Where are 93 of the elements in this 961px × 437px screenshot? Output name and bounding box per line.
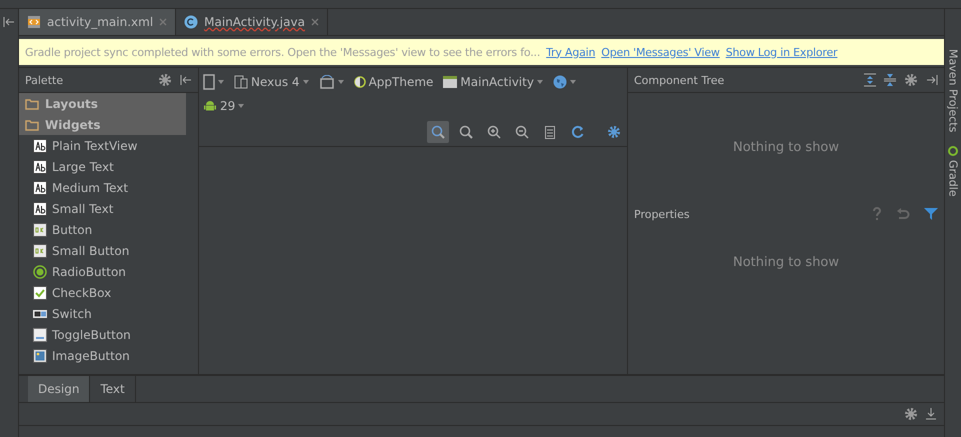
close-icon[interactable] (310, 18, 319, 26)
panel-title: Component Tree (634, 74, 724, 86)
item-label: Switch (52, 306, 92, 320)
caret-icon (536, 80, 543, 84)
item-label: Button (52, 222, 92, 236)
pin-right-icon[interactable] (926, 75, 938, 85)
android-icon (203, 99, 217, 113)
class-icon (184, 15, 198, 29)
settings-icon[interactable] (607, 125, 621, 139)
palette-item[interactable]: Small Text (19, 198, 198, 219)
editor-mode-tab[interactable]: Design (28, 376, 90, 402)
item-label: RadioButton (52, 264, 126, 278)
item-label: CheckBox (52, 286, 112, 300)
item-label: Medium Text (52, 180, 128, 194)
settings-icon[interactable] (904, 407, 918, 421)
empty-message: Nothing to show (732, 138, 840, 156)
document-icon (545, 126, 555, 138)
expand-all-icon[interactable] (864, 73, 876, 87)
palette-item[interactable]: Plain TextView (19, 135, 198, 156)
globe-icon (552, 75, 567, 89)
caret-icon (338, 80, 344, 84)
window-icon (443, 76, 458, 88)
palette-item[interactable]: CheckBox (19, 282, 198, 303)
api-level-selector[interactable]: 29 (203, 99, 244, 113)
zoom-in-icon (487, 125, 501, 139)
radio-icon (33, 264, 47, 278)
device-selector[interactable]: Nexus 4 (234, 75, 309, 89)
theme-selector[interactable]: AppTheme (354, 75, 434, 89)
device-menu[interactable] (203, 74, 224, 90)
item-label: Small Button (52, 244, 130, 258)
panel-title: Palette (25, 74, 64, 86)
item-label: ImageButton (52, 348, 130, 362)
palette-item[interactable]: ToggleButton (19, 324, 198, 345)
panel-title: Properties (634, 208, 690, 220)
palette-group[interactable]: Layouts (19, 93, 186, 114)
palette-item[interactable]: Large Text (19, 156, 198, 177)
palette-item[interactable]: Button (19, 219, 198, 240)
theme-icon (354, 76, 366, 88)
checkbox-icon (33, 286, 47, 300)
palette-item[interactable]: ImageButton (19, 345, 198, 366)
folder-icon (25, 98, 39, 110)
item-label: ToggleButton (52, 328, 131, 342)
settings-icon[interactable] (158, 73, 172, 87)
gradle-icon (948, 146, 958, 156)
item-label: Small Text (52, 202, 114, 216)
download-icon[interactable] (926, 408, 936, 420)
tool-window-button[interactable]: Maven Projects (946, 49, 960, 132)
caret-icon (570, 80, 576, 84)
phone-icon (203, 74, 215, 90)
folder-icon (25, 118, 39, 130)
banner-link[interactable]: Try Again (546, 46, 596, 58)
item-label: Plain TextView (52, 138, 138, 152)
activity-selector[interactable]: MainActivity (443, 75, 543, 89)
banner-message: Gradle project sync completed with some errors. Open the 'Messages' view to see the errors fo... (25, 46, 540, 58)
text-icon (33, 138, 47, 152)
toggle-button-icon (33, 328, 47, 342)
caret-icon (238, 104, 244, 108)
item-label: Large Text (52, 160, 114, 174)
ok-button-icon (33, 222, 47, 236)
editor-tab[interactable]: activity_main.xml (19, 9, 176, 35)
text-icon (33, 202, 47, 216)
palette-item[interactable]: Medium Text (19, 177, 198, 198)
collapse-icon[interactable] (3, 17, 15, 27)
tool-window-button[interactable]: Gradle (946, 146, 960, 197)
zoom-out-icon (515, 125, 529, 139)
caret-icon (218, 80, 224, 84)
group-label: Widgets (45, 118, 101, 132)
orientation-selector[interactable] (318, 75, 344, 89)
zoom-icon (431, 125, 445, 139)
ok-button-icon (33, 244, 47, 258)
image-icon (33, 348, 47, 362)
zoom-fit-button[interactable] (427, 121, 449, 143)
palette-item[interactable]: Switch (19, 303, 198, 324)
text-icon (33, 160, 47, 174)
devices-icon (234, 75, 248, 89)
rotate-icon (318, 75, 335, 89)
xml-file-icon (27, 15, 41, 29)
collapse-all-icon[interactable] (884, 73, 896, 87)
palette-item[interactable]: Small Button (19, 240, 198, 261)
caret-icon (302, 80, 309, 84)
empty-message: Nothing to show (732, 254, 840, 272)
banner-link[interactable]: Show Log in Explorer (726, 46, 838, 58)
palette-group[interactable]: Widgets (19, 114, 186, 135)
settings-icon[interactable] (904, 73, 918, 87)
text-icon (33, 180, 47, 194)
hide-icon[interactable] (180, 75, 192, 85)
locale-selector[interactable] (552, 75, 576, 89)
group-label: Layouts (45, 96, 98, 110)
banner-link[interactable]: Open 'Messages' View (601, 46, 720, 58)
palette-item[interactable]: RadioButton (19, 261, 198, 282)
zoom-icon (459, 125, 473, 139)
filter-icon[interactable] (924, 208, 938, 220)
refresh-icon (571, 125, 585, 139)
